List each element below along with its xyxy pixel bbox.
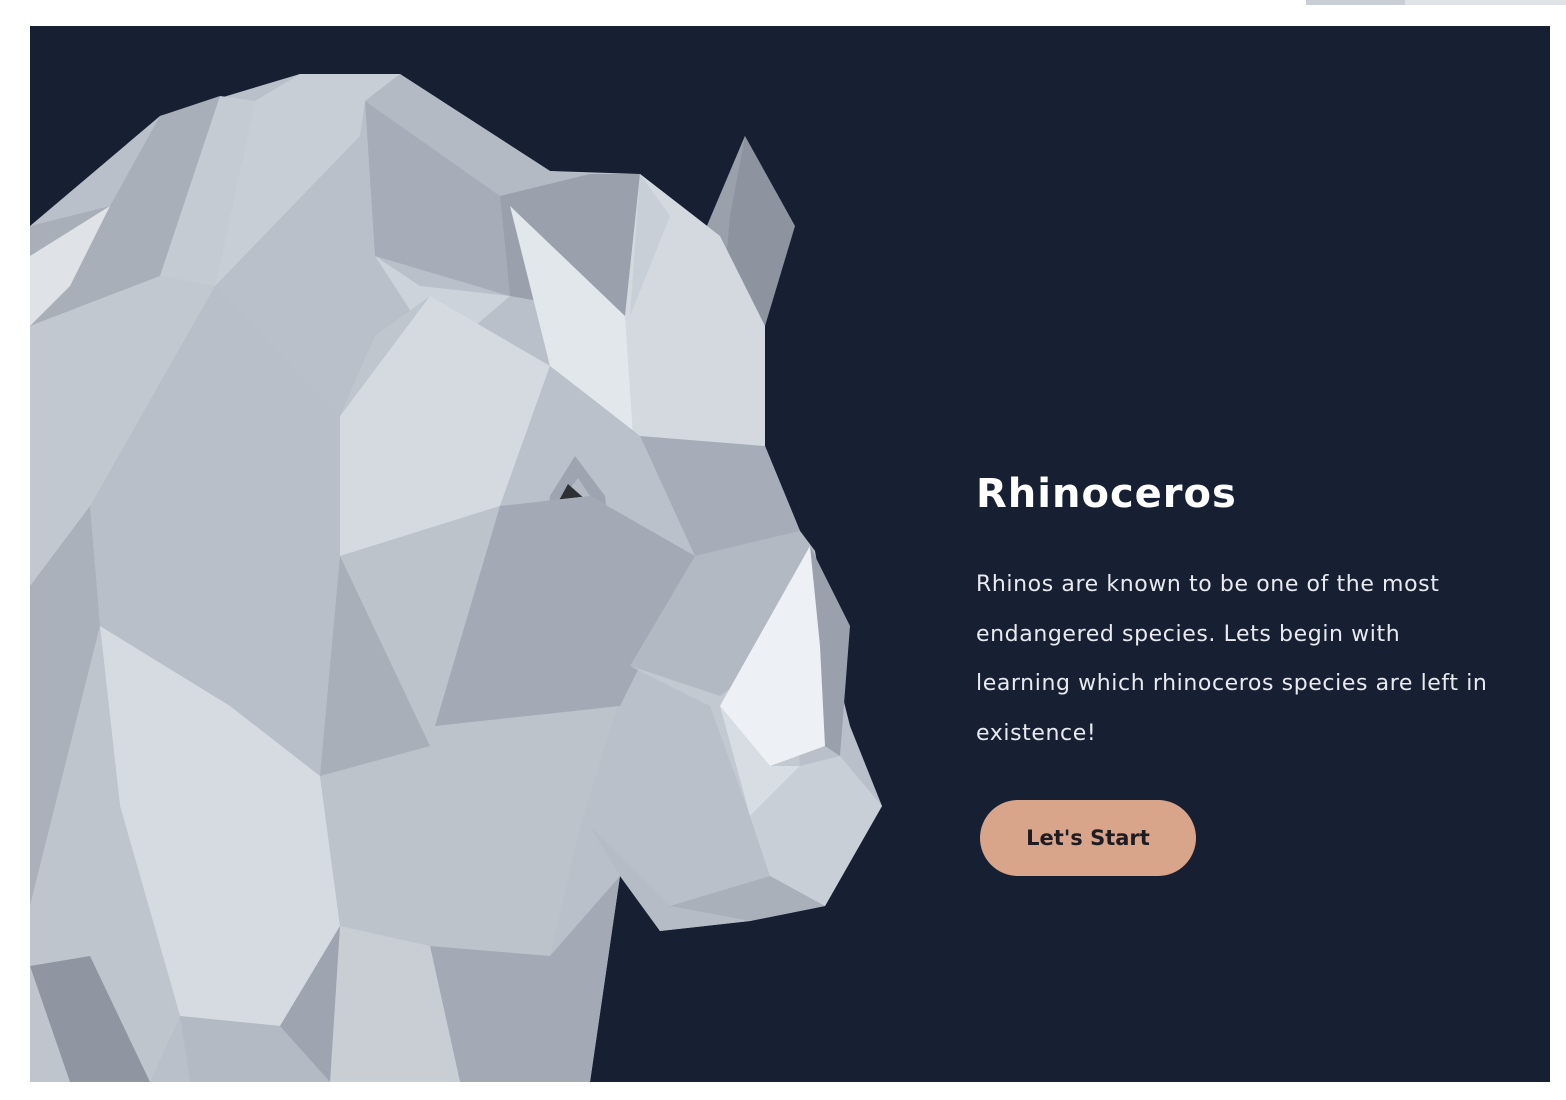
hero-title: Rhinoceros	[976, 471, 1237, 517]
page-frame: Rhinoceros Rhinos are known to be one of…	[0, 0, 1566, 1100]
hero-content: Rhinoceros Rhinos are known to be one of…	[976, 466, 1516, 758]
lets-start-button[interactable]: Let's Start	[980, 800, 1196, 876]
top-edge-accent	[1306, 0, 1566, 5]
hero-description: Rhinos are known to be one of the most e…	[976, 572, 1488, 746]
hero-card: Rhinoceros Rhinos are known to be one of…	[30, 26, 1550, 1082]
